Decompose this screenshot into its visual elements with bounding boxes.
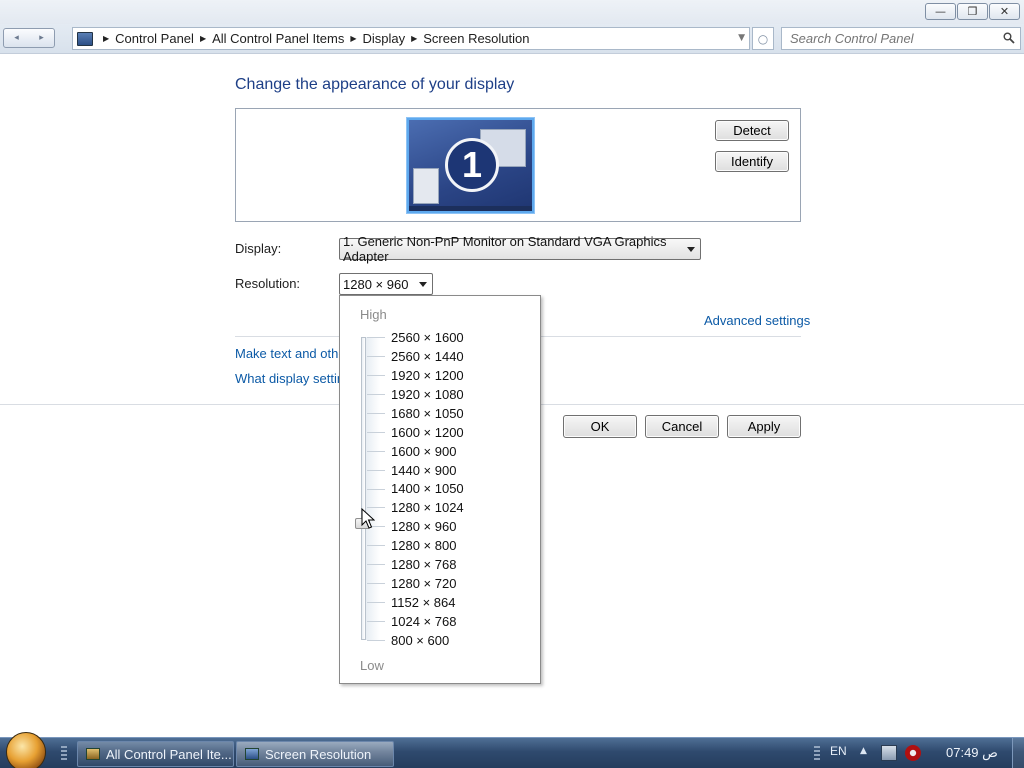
resolution-option[interactable]: 1152 × 864	[367, 593, 537, 612]
resolution-option[interactable]: 2560 × 1600	[367, 328, 537, 347]
display-icon	[245, 748, 259, 760]
folder-icon	[86, 748, 100, 760]
breadcrumb-display[interactable]: Display	[362, 31, 405, 46]
forward-arrow-icon[interactable]: ▸	[29, 29, 54, 47]
cancel-button[interactable]: Cancel	[645, 415, 719, 438]
resolution-option[interactable]: 1920 × 1080	[367, 385, 537, 404]
page-title: Change the appearance of your display	[235, 76, 515, 93]
taskbar-item-screen-resolution[interactable]: Screen Resolution	[236, 741, 394, 767]
slider-low-label: Low	[360, 658, 384, 673]
breadcrumb: ▶ Control Panel ▶ All Control Panel Item…	[97, 31, 530, 46]
address-bar[interactable]: ▶ Control Panel ▶ All Control Panel Item…	[72, 27, 750, 50]
chevron-down-icon	[687, 247, 695, 252]
chevron-right-icon[interactable]: ▶	[103, 34, 109, 43]
back-forward-buttons: ◂ ▸	[3, 28, 55, 48]
breadcrumb-all-items[interactable]: All Control Panel Items	[212, 31, 344, 46]
refresh-button[interactable]: ○	[752, 27, 774, 50]
minimize-button[interactable]: —	[925, 3, 956, 20]
monitor-number-badge: 1	[445, 138, 499, 192]
monitor-1-thumbnail[interactable]: 1	[407, 118, 534, 213]
resolution-option[interactable]: 1920 × 1200	[367, 366, 537, 385]
desktop-preview-window	[413, 168, 439, 204]
chevron-down-icon[interactable]: ▼	[738, 33, 745, 43]
resolution-select[interactable]: 1280 × 960	[339, 273, 433, 295]
show-desktop-button[interactable]	[1012, 738, 1024, 768]
taskbar: All Control Panel Ite... Screen Resoluti…	[0, 732, 1024, 768]
chevron-down-icon	[419, 282, 427, 287]
resolution-option[interactable]: 1400 × 1050	[367, 480, 537, 499]
resolution-option[interactable]: 1440 × 900	[367, 461, 537, 480]
slider-high-label: High	[360, 307, 387, 322]
chevron-right-icon[interactable]: ▶	[350, 34, 356, 43]
detect-button[interactable]: Detect	[715, 120, 789, 141]
chevron-right-icon[interactable]: ▶	[411, 34, 417, 43]
display-select-value: 1. Generic Non-PnP Monitor on Standard V…	[343, 234, 667, 264]
minimize-icon: —	[935, 5, 946, 18]
restore-icon: ❐	[967, 5, 978, 18]
resolution-option[interactable]: 1280 × 768	[367, 555, 537, 574]
navigation-bar: ◂ ▸ ▶ Control Panel ▶ All Control Panel …	[0, 24, 1024, 54]
resolution-option[interactable]: 800 × 600	[367, 631, 537, 650]
ok-button[interactable]: OK	[563, 415, 637, 438]
close-icon: ✕	[999, 5, 1010, 18]
taskbar-item-label: Screen Resolution	[265, 746, 372, 762]
mouse-cursor-icon	[361, 508, 375, 529]
text-size-link[interactable]: Make text and other	[235, 346, 350, 361]
monitor-panel: 1 Detect Identify	[235, 108, 801, 222]
search-input[interactable]	[790, 31, 990, 46]
resolution-select-value: 1280 × 960	[343, 276, 409, 292]
resolution-option[interactable]: 1280 × 800	[367, 536, 537, 555]
resolution-dropdown: High 2560 × 1600 2560 × 1440 1920 × 1200…	[339, 295, 541, 684]
resolution-slider-track[interactable]	[361, 337, 366, 640]
language-indicator[interactable]: EN	[830, 744, 847, 758]
show-hidden-icons-icon[interactable]: ▲	[860, 746, 867, 756]
resolution-label: Resolution:	[235, 276, 301, 291]
clock[interactable]: 07:49 ص	[946, 745, 998, 761]
title-bar: — ❐ ✕	[0, 0, 1024, 24]
resolution-option[interactable]: 1280 × 1024	[367, 498, 537, 517]
display-select[interactable]: 1. Generic Non-PnP Monitor on Standard V…	[339, 234, 701, 264]
desktop-preview-taskbar	[409, 206, 532, 211]
apply-button[interactable]: Apply	[727, 415, 801, 438]
identify-button[interactable]: Identify	[715, 151, 789, 172]
search-box[interactable]	[781, 27, 1021, 50]
refresh-icon: ○	[757, 31, 769, 46]
breadcrumb-screen-resolution[interactable]: Screen Resolution	[423, 31, 529, 46]
resolution-options: 2560 × 1600 2560 × 1440 1920 × 1200 1920…	[367, 328, 537, 650]
resolution-option[interactable]: 2560 × 1440	[367, 347, 537, 366]
resolution-option-selected[interactable]: 1280 × 960	[367, 517, 537, 536]
search-icon[interactable]	[1003, 32, 1015, 44]
resolution-option[interactable]: 1280 × 720	[367, 574, 537, 593]
resolution-option[interactable]: 1680 × 1050	[367, 404, 537, 423]
back-arrow-icon[interactable]: ◂	[4, 29, 29, 47]
control-panel-icon	[77, 31, 93, 46]
taskbar-grip[interactable]	[814, 746, 820, 762]
resolution-option[interactable]: 1024 × 768	[367, 612, 537, 631]
close-button[interactable]: ✕	[989, 3, 1020, 20]
network-icon[interactable]	[881, 745, 897, 761]
volume-muted-icon[interactable]	[905, 745, 921, 761]
display-label: Display:	[235, 241, 282, 256]
advanced-settings-link[interactable]: Advanced settings	[704, 313, 810, 328]
taskbar-grip[interactable]	[61, 746, 67, 762]
display-settings-help-link[interactable]: What display setting	[235, 371, 351, 386]
taskbar-item-label: All Control Panel Ite...	[106, 746, 232, 762]
resolution-option[interactable]: 1600 × 1200	[367, 423, 537, 442]
breadcrumb-control-panel[interactable]: Control Panel	[115, 31, 194, 46]
maximize-button[interactable]: ❐	[957, 3, 988, 20]
chevron-right-icon[interactable]: ▶	[200, 34, 206, 43]
resolution-option[interactable]: 1600 × 900	[367, 442, 537, 461]
taskbar-item-all-control-panel[interactable]: All Control Panel Ite...	[77, 741, 234, 767]
start-button[interactable]	[6, 732, 46, 768]
